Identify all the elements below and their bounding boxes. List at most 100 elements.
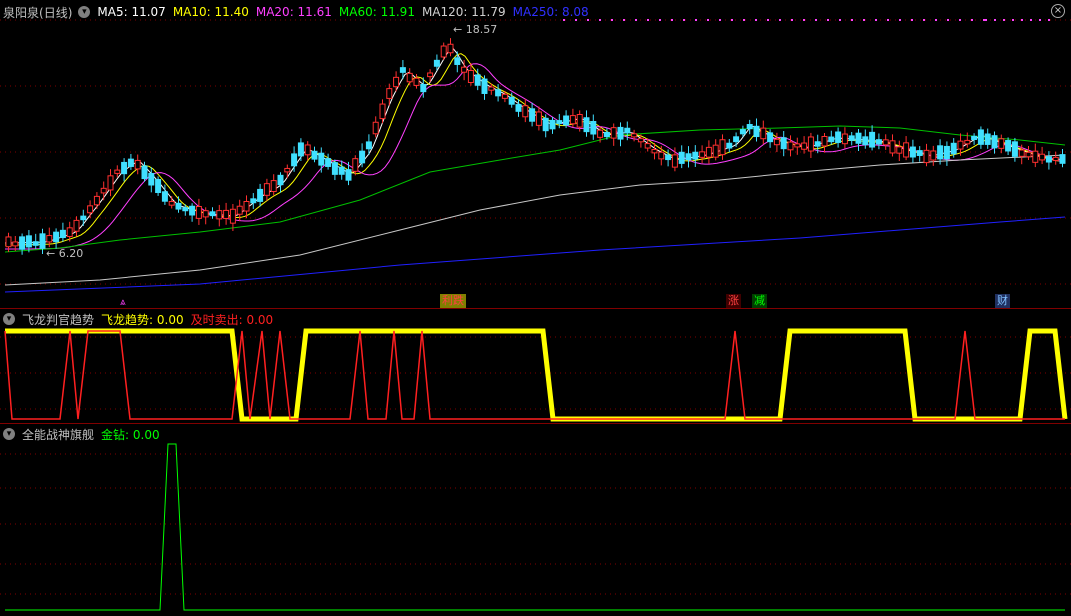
candle-body <box>610 127 617 139</box>
candle-body <box>189 205 196 216</box>
candle-body <box>461 66 468 73</box>
candle-body <box>433 59 440 67</box>
signal-dot <box>935 19 937 21</box>
candle-body <box>107 175 114 191</box>
candle-body <box>943 145 950 160</box>
signal-dot <box>647 19 649 21</box>
candle-body <box>243 200 250 212</box>
candle-body <box>495 89 502 97</box>
indicator1-panel[interactable]: ▾ 飞龙判官趋势 飞龙趋势: 0.00 及时卖出: 0.00 <box>0 308 1071 424</box>
candle-body <box>19 236 26 250</box>
candle-body <box>447 43 454 54</box>
ma250-line <box>4 216 1066 293</box>
signal-dot <box>731 19 733 21</box>
candle-body <box>345 169 352 181</box>
candle-body <box>780 137 787 150</box>
signal-dot <box>839 19 841 21</box>
candle-body <box>726 142 733 149</box>
candle-body <box>66 227 73 237</box>
candle-body <box>454 57 461 65</box>
candle-body <box>168 201 175 206</box>
candle-body <box>229 208 236 224</box>
candle-body <box>53 231 60 243</box>
candle-body <box>957 140 964 150</box>
marker-jian[interactable]: 减 <box>752 294 767 308</box>
candle-body <box>719 139 726 156</box>
indicator1-chart[interactable] <box>0 309 1071 424</box>
candle-body <box>304 144 311 156</box>
candle-body <box>331 162 338 175</box>
signal-dot <box>635 19 637 21</box>
candle-body <box>277 174 284 186</box>
candle-body <box>869 131 876 148</box>
candle-body <box>393 76 400 88</box>
candle-body <box>590 121 597 135</box>
candle-body <box>372 121 379 135</box>
candle-body <box>576 113 583 128</box>
indicator2-chart[interactable] <box>0 424 1071 616</box>
candle-body <box>977 129 984 145</box>
candle-body <box>923 149 930 164</box>
candle-body <box>80 215 87 221</box>
candle-body <box>964 139 971 145</box>
candlestick-chart[interactable]: ← 18.57 ← 6.20 ⩓ <box>0 0 1071 308</box>
candle-body <box>413 77 420 86</box>
candle-body <box>325 158 332 167</box>
signal-dot <box>923 19 925 21</box>
candle-body <box>862 136 869 146</box>
signal-dot <box>887 19 889 21</box>
signal-dot <box>875 19 877 21</box>
candle-body <box>617 126 624 140</box>
candle-body <box>127 158 134 167</box>
candle-body <box>807 136 814 152</box>
candle-body <box>25 235 32 248</box>
candle-body <box>481 78 488 94</box>
signal-dot <box>985 19 987 21</box>
signal-dot <box>994 19 996 21</box>
candle-body <box>930 150 937 161</box>
jinzuan-line <box>5 443 1065 611</box>
candle-body <box>984 133 991 145</box>
signal-dot <box>623 19 625 21</box>
candle-body <box>522 105 529 118</box>
signal-dot <box>755 19 757 21</box>
candle-body <box>291 153 298 167</box>
candle-body <box>427 72 434 78</box>
candle-body <box>971 135 978 141</box>
indicator2-panel[interactable]: ▾ 全能战神旗舰 金钻: 0.00 <box>0 423 1071 616</box>
signal-dot <box>1021 19 1023 21</box>
signal-dot <box>563 19 565 21</box>
candle-body <box>161 191 168 202</box>
candle-body <box>644 143 651 149</box>
candle-body <box>556 120 563 125</box>
candle-body <box>148 173 155 186</box>
candle-body <box>535 111 542 126</box>
candle-body <box>311 150 318 160</box>
candle-body <box>903 142 910 158</box>
signal-dot <box>587 19 589 21</box>
candle-body <box>488 86 495 91</box>
candle-body <box>284 167 291 173</box>
signal-dot <box>851 19 853 21</box>
signal-dot <box>659 19 661 21</box>
signal-dot <box>1039 19 1041 21</box>
signal-dot <box>779 19 781 21</box>
signal-dot <box>719 19 721 21</box>
candle-body <box>365 141 372 150</box>
candle-body <box>950 142 957 155</box>
marker-zhang[interactable]: 涨 <box>726 294 741 308</box>
candle-body <box>739 129 746 135</box>
candle-body <box>155 179 162 193</box>
candle-body <box>658 151 665 160</box>
signal-dot <box>971 19 973 21</box>
candle-body <box>1025 151 1032 158</box>
signal-dot <box>611 19 613 21</box>
marker-cai[interactable]: 财 <box>995 294 1010 308</box>
candle-body <box>223 209 230 219</box>
marker-lidie[interactable]: 利跌 <box>440 294 466 308</box>
candle-body <box>631 133 638 138</box>
main-chart-panel[interactable]: 泉阳泉 (日线) ▾ MA5: 11.07 MA10: 11.40 MA20: 1… <box>0 0 1071 308</box>
candle-body <box>882 139 889 146</box>
candle-body <box>318 152 325 166</box>
candle-body <box>848 135 855 141</box>
